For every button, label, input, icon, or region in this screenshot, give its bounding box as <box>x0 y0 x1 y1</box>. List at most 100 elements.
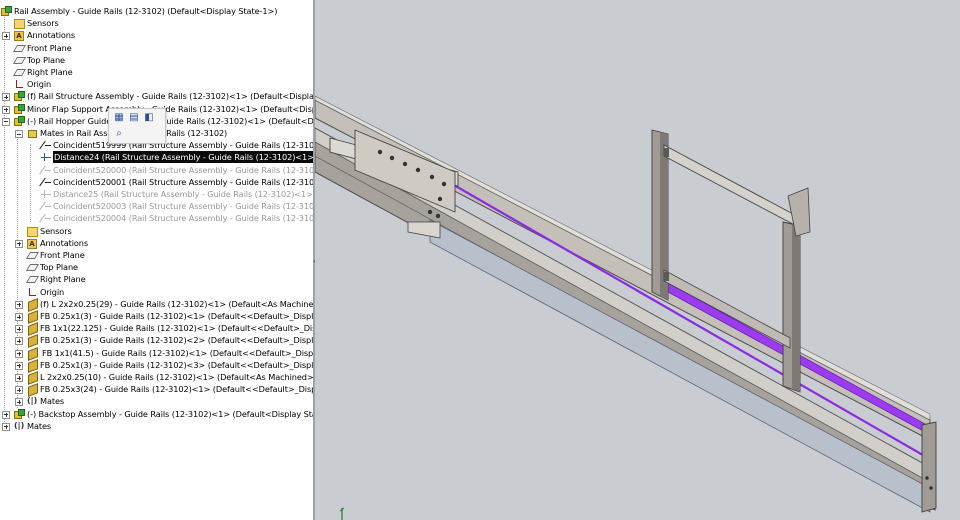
edit-feature-icon[interactable]: ▦ <box>113 112 125 124</box>
tree-row-label[interactable]: Front Plane <box>40 249 85 261</box>
tree-row-label[interactable]: FB 0.25x1(3) - Guide Rails (12-3102)<2> … <box>40 334 313 346</box>
tree-row[interactable]: A Annotations <box>0 237 313 249</box>
tree-row-label[interactable]: Mates <box>27 420 51 432</box>
tree-row[interactable]: Origin <box>0 78 313 90</box>
tree-row-label[interactable]: (f) L 2x2x0.25(29) - Guide Rails (12-310… <box>40 298 313 310</box>
expand-toggle-icon[interactable] <box>2 105 10 114</box>
tree-row-label[interactable]: Distance24 (Rail Structure Assembly - Gu… <box>53 151 313 164</box>
tree-row[interactable]: L 2x2x0.25(10) - Guide Rails (12-3102)<1… <box>0 371 313 383</box>
tree-row-label[interactable]: Minor Flap Support Assembly - Guide Rail… <box>27 103 313 115</box>
expand-toggle-icon[interactable] <box>2 410 10 419</box>
tree-row[interactable]: (f) Rail Structure Assembly - Guide Rail… <box>0 90 313 102</box>
tree-row[interactable]: Coincident520001 (Rail Structure Assembl… <box>0 176 313 188</box>
tree-row[interactable]: FB 0.25x1(3) - Guide Rails (12-3102)<2> … <box>0 334 313 346</box>
tree-row-label[interactable]: Annotations <box>40 237 88 249</box>
tree-row[interactable]: Rail Assembly - Guide Rails (12-3102) (D… <box>0 5 313 17</box>
tree-row-label[interactable]: (f) Rail Structure Assembly - Guide Rail… <box>27 90 313 102</box>
tree-row[interactable]: (f) L 2x2x0.25(29) - Guide Rails (12-310… <box>0 298 313 310</box>
tree-row[interactable]: Origin <box>0 286 313 298</box>
tree-row[interactable]: Coincident520000 (Rail Structure Assembl… <box>0 164 313 176</box>
feature-manager-tree[interactable]: Rail Assembly - Guide Rails (12-3102) (D… <box>0 0 313 520</box>
annotations-icon: A <box>27 238 37 249</box>
tree-row-label[interactable]: Origin <box>27 78 51 90</box>
expand-toggle-icon[interactable] <box>15 337 23 346</box>
tree-row-label[interactable]: Front Plane <box>27 42 72 54</box>
tree-row-label[interactable]: Sensors <box>40 225 72 237</box>
tree-row[interactable]: FB 0.25x3(24) - Guide Rails (12-3102)<1>… <box>0 383 313 395</box>
collapse-toggle-icon[interactable] <box>2 117 10 126</box>
tree-row[interactable]: Top Plane <box>0 54 313 66</box>
subassembly-icon <box>14 91 25 102</box>
coincident-mate-icon <box>40 165 52 175</box>
tree-row[interactable]: Sensors <box>0 225 313 237</box>
expand-toggle-icon[interactable] <box>15 349 23 358</box>
tree-row[interactable]: Distance25 (Rail Structure Assembly - Gu… <box>0 188 313 200</box>
edit-mate-icon[interactable]: ◧ <box>143 112 155 124</box>
expand-toggle-icon[interactable] <box>15 239 23 248</box>
subassembly-icon <box>14 115 25 126</box>
tree-row[interactable]: (-) Backstop Assembly - Guide Rails (12-… <box>0 408 313 420</box>
tree-row[interactable]: Coincident520004 (Rail Structure Assembl… <box>0 212 313 224</box>
tree-row[interactable]: Mates <box>0 420 313 432</box>
suppress-icon[interactable]: ▤ <box>128 112 140 124</box>
tree-row[interactable]: Coincident520003 (Rail Structure Assembl… <box>0 200 313 212</box>
zoom-to-selection-icon[interactable]: ⌕ <box>113 128 125 140</box>
tree-row-label[interactable]: FB 1x1(22.125) - Guide Rails (12-3102)<1… <box>40 322 313 334</box>
tree-row-label[interactable]: FB 0.25x3(24) - Guide Rails (12-3102)<1>… <box>40 383 313 395</box>
expand-toggle-icon[interactable] <box>15 325 23 334</box>
distance-mate-icon <box>40 152 52 162</box>
tree-row[interactable]: Mates <box>0 395 313 407</box>
tree-row-label[interactable]: FB 0.25x1(3) - Guide Rails (12-3102)<3> … <box>40 359 313 371</box>
tree-row[interactable]: FB 0.25x1(3) - Guide Rails (12-3102)<1> … <box>0 310 313 322</box>
coincident-mate-icon <box>40 177 52 187</box>
tree-row[interactable]: Front Plane <box>0 42 313 54</box>
expand-toggle-icon[interactable] <box>2 93 10 102</box>
collapse-toggle-icon[interactable] <box>15 130 23 138</box>
tree-row-label[interactable]: (-) Backstop Assembly - Guide Rails (12-… <box>27 408 313 420</box>
expand-toggle-icon[interactable] <box>15 374 23 382</box>
tree-row-label[interactable]: Coincident520003 (Rail Structure Assembl… <box>53 200 313 212</box>
tree-row-label[interactable]: Coincident519999 (Rail Structure Assembl… <box>53 139 313 151</box>
expand-toggle-icon[interactable] <box>15 361 23 370</box>
expand-toggle-icon[interactable] <box>15 398 23 407</box>
origin-triad-icon <box>339 507 345 520</box>
tree-row[interactable]: FB 1x1(22.125) - Guide Rails (12-3102)<1… <box>0 322 313 334</box>
tree-row-label[interactable]: Mates <box>40 395 64 407</box>
frame-top-bar <box>663 144 809 233</box>
graphics-area[interactable] <box>315 0 960 520</box>
tree-row-label[interactable]: Origin <box>40 286 64 298</box>
tree-row-label[interactable]: Right Plane <box>40 273 86 285</box>
expand-toggle-icon[interactable] <box>15 313 23 321</box>
plane-icon <box>27 275 37 283</box>
expand-toggle-icon[interactable] <box>15 300 23 309</box>
tree-row-label[interactable]: Right Plane <box>27 66 73 78</box>
tree-row-label[interactable]: L 2x2x0.25(10) - Guide Rails (12-3102)<1… <box>40 371 313 383</box>
tree-row[interactable]: A Annotations <box>0 29 313 42</box>
tree-row-label[interactable]: Annotations <box>27 29 75 41</box>
tree-row-label[interactable]: Sensors <box>27 17 59 29</box>
tree-row[interactable]: FB 0.25x1(3) - Guide Rails (12-3102)<3> … <box>0 359 313 371</box>
part-icon <box>27 360 38 370</box>
tree-row-label[interactable]: (-) Rail Hopper Guide Assembly - Guide R… <box>27 115 313 127</box>
tree-row[interactable]: Front Plane <box>0 249 313 261</box>
tree-row-label[interactable]: FB 1x1(41.5) - Guide Rails (12-3102)<1> … <box>42 347 313 359</box>
plane-icon <box>27 263 37 271</box>
expand-toggle-icon[interactable] <box>15 386 23 395</box>
tree-row[interactable]: Top Plane <box>0 261 313 273</box>
tree-row[interactable]: Distance24 (Rail Structure Assembly - Gu… <box>0 151 313 164</box>
tree-row-label[interactable]: Coincident520000 (Rail Structure Assembl… <box>53 164 313 176</box>
part-icon <box>27 348 38 358</box>
tree-row-label[interactable]: Rail Assembly - Guide Rails (12-3102) (D… <box>14 5 277 17</box>
tree-row-label[interactable]: Coincident520001 (Rail Structure Assembl… <box>53 176 313 188</box>
tree-row-label[interactable]: Top Plane <box>27 54 65 66</box>
tree-row-label[interactable]: Top Plane <box>40 261 78 273</box>
tree-row[interactable]: FB 1x1(41.5) - Guide Rails (12-3102)<1> … <box>0 347 313 359</box>
tree-row[interactable]: Right Plane <box>0 66 313 78</box>
tree-row[interactable]: Right Plane <box>0 273 313 285</box>
expand-toggle-icon[interactable] <box>2 32 10 41</box>
tree-row-label[interactable]: FB 0.25x1(3) - Guide Rails (12-3102)<1> … <box>40 310 313 322</box>
tree-row-label[interactable]: Coincident520004 (Rail Structure Assembl… <box>53 212 313 224</box>
tree-row[interactable]: Sensors <box>0 17 313 30</box>
tree-row-label[interactable]: Distance25 (Rail Structure Assembly - Gu… <box>53 188 313 200</box>
expand-toggle-icon[interactable] <box>2 422 10 431</box>
